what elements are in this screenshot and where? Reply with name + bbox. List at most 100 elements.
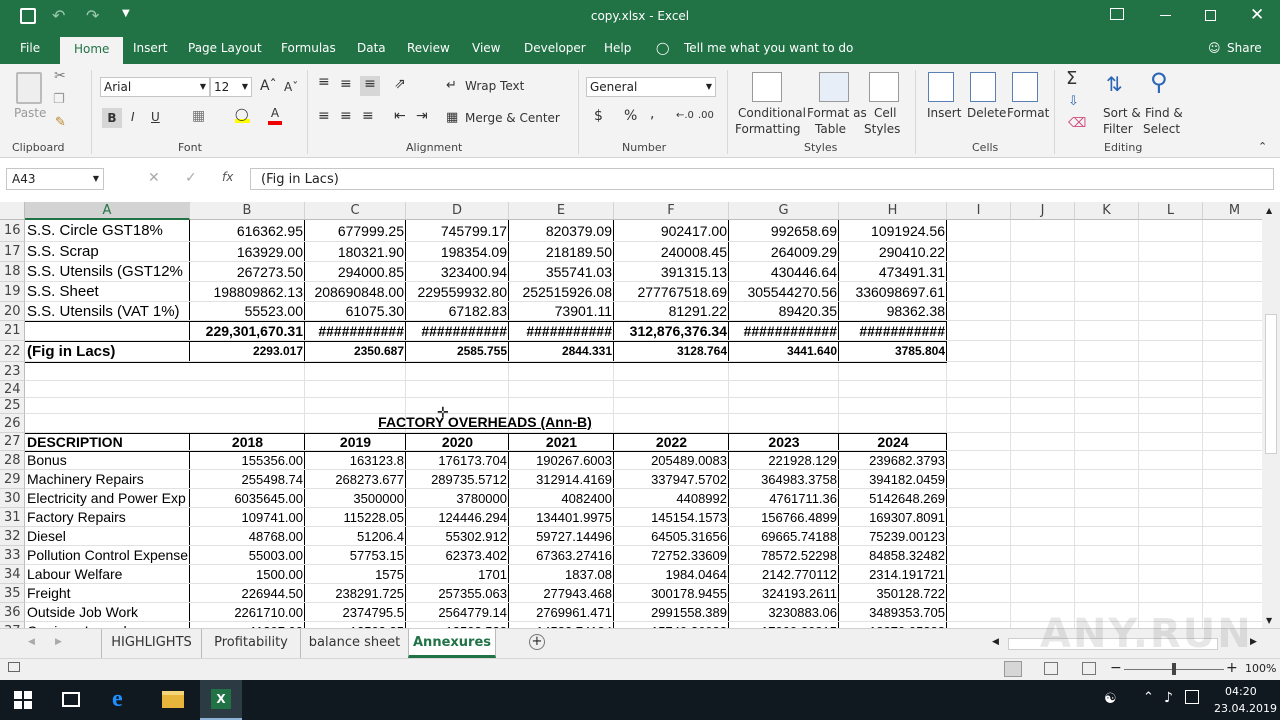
currency-button[interactable]: $ [594, 108, 603, 124]
value-cell[interactable]: 115228.05 [305, 508, 406, 527]
row-header[interactable]: 33 [0, 546, 25, 565]
select-all-corner[interactable] [0, 202, 25, 220]
value-cell[interactable]: 323400.94 [406, 262, 509, 282]
value-cell[interactable]: 4082400 [509, 489, 614, 508]
value-cell[interactable]: 221928.129 [729, 451, 839, 470]
redo-icon[interactable]: ↷ [86, 6, 99, 25]
value-cell[interactable]: 350128.722 [839, 584, 947, 603]
value-cell[interactable]: 240008.45 [614, 242, 729, 262]
value-cell[interactable]: 78572.52298 [729, 546, 839, 565]
row-header[interactable]: 27 [0, 433, 25, 451]
row-header[interactable]: 21 [0, 321, 25, 341]
value-cell[interactable]: 355741.03 [509, 262, 614, 282]
value-cell[interactable] [729, 381, 839, 398]
new-sheet-icon[interactable]: + [529, 634, 545, 650]
value-cell[interactable]: 155356.00 [190, 451, 305, 470]
merge-center-button[interactable]: Merge & Center [465, 111, 560, 125]
delete-cells-icon[interactable] [970, 72, 996, 102]
wrap-text-icon[interactable]: ↵ [446, 78, 457, 93]
value-cell[interactable]: 300178.9455 [614, 584, 729, 603]
value-cell[interactable]: 2991558.389 [614, 603, 729, 622]
restore-button[interactable] [1205, 10, 1216, 21]
underline-button[interactable]: U [151, 110, 160, 124]
value-cell[interactable]: 3441.640 [729, 341, 839, 362]
value-cell[interactable]: 2023 [729, 433, 839, 451]
align-top-icon[interactable]: ≡ [318, 74, 330, 90]
value-cell[interactable]: ########### [509, 321, 614, 341]
wrap-text-button[interactable]: Wrap Text [465, 79, 524, 93]
row-header[interactable]: 23 [0, 362, 25, 381]
value-cell[interactable]: 2142.770112 [729, 565, 839, 584]
zoom-slider-thumb[interactable] [1172, 663, 1176, 675]
value-cell[interactable]: 48768.00 [190, 527, 305, 546]
row-header[interactable]: 30 [0, 489, 25, 508]
value-cell[interactable]: 3128.764 [614, 341, 729, 362]
cell-styles-label-2[interactable]: Styles [864, 122, 900, 136]
value-cell[interactable]: 2844.331 [509, 341, 614, 362]
value-cell[interactable]: 2564779.14 [406, 603, 509, 622]
value-cell[interactable]: 2293.017 [190, 341, 305, 362]
value-cell[interactable]: 238291.725 [305, 584, 406, 603]
row-header[interactable]: 29 [0, 470, 25, 489]
comma-button[interactable]: , [650, 106, 654, 122]
value-cell[interactable]: 2018 [190, 433, 305, 451]
column-header[interactable]: H [839, 202, 947, 220]
value-cell[interactable]: 67363.27416 [509, 546, 614, 565]
delete-cells-button[interactable]: Delete [967, 106, 1006, 120]
value-cell[interactable]: 163929.00 [190, 242, 305, 262]
value-cell[interactable]: 67182.83 [406, 302, 509, 321]
value-cell[interactable]: 820379.09 [509, 220, 614, 242]
value-cell[interactable]: 290410.22 [839, 242, 947, 262]
column-header[interactable]: E [509, 202, 614, 220]
tab-insert[interactable]: Insert [133, 41, 167, 55]
value-cell[interactable]: 3489353.705 [839, 603, 947, 622]
value-cell[interactable] [406, 362, 509, 381]
page-layout-view-icon[interactable] [1044, 662, 1058, 675]
row-header[interactable]: 24 [0, 381, 25, 398]
conditional-formatting-icon[interactable] [752, 72, 782, 102]
value-cell[interactable] [509, 362, 614, 381]
share-button[interactable]: Share [1227, 41, 1262, 55]
clock-date[interactable]: 23.04.2019 [1214, 702, 1277, 715]
value-cell[interactable]: 190267.6003 [509, 451, 614, 470]
value-cell[interactable]: 73901.11 [509, 302, 614, 321]
value-cell[interactable] [190, 381, 305, 398]
value-cell[interactable]: 208690848.00 [305, 282, 406, 302]
find-select-icon[interactable]: ⚲ [1150, 68, 1168, 96]
value-cell[interactable]: 1575 [305, 565, 406, 584]
row-label-cell[interactable]: Electricity and Power Exp [25, 489, 190, 508]
find-select-label-1[interactable]: Find & [1145, 106, 1183, 120]
value-cell[interactable]: 364983.3758 [729, 470, 839, 489]
value-cell[interactable]: 1091924.56 [839, 220, 947, 242]
scroll-up-icon[interactable]: ▲ [1266, 206, 1272, 215]
close-button[interactable]: ✕ [1250, 5, 1264, 25]
volume-icon[interactable]: ♪ [1164, 690, 1173, 706]
value-cell[interactable]: 3500000 [305, 489, 406, 508]
cancel-entry-icon[interactable]: ✕ [148, 170, 160, 186]
sheet-tab-balance-sheet[interactable]: balance sheet [300, 629, 408, 658]
value-cell[interactable] [305, 398, 406, 414]
value-cell[interactable]: ########### [406, 321, 509, 341]
value-cell[interactable]: ########### [839, 321, 947, 341]
value-cell[interactable] [729, 414, 839, 433]
number-format-select[interactable]: General ▼ [586, 77, 716, 97]
align-left-icon[interactable]: ≡ [318, 108, 330, 124]
value-cell[interactable]: 55523.00 [190, 302, 305, 321]
row-label-cell[interactable]: S.S. Utensils (VAT 1%) [25, 302, 190, 321]
tray-chevron-icon[interactable]: ⌃ [1143, 690, 1154, 705]
value-cell[interactable]: 2261710.00 [190, 603, 305, 622]
macro-record-icon[interactable] [8, 662, 20, 672]
value-cell[interactable] [190, 414, 305, 433]
value-cell[interactable]: 324193.2611 [729, 584, 839, 603]
vertical-scroll-thumb[interactable] [1265, 314, 1277, 454]
font-name-select[interactable]: Arial ▼ [100, 77, 210, 97]
value-cell[interactable]: 277767518.69 [614, 282, 729, 302]
value-cell[interactable]: 4408992 [614, 489, 729, 508]
row-label-cell[interactable] [25, 398, 190, 414]
value-cell[interactable]: 69665.74188 [729, 527, 839, 546]
column-header[interactable]: B [190, 202, 305, 220]
value-cell[interactable]: 268273.677 [305, 470, 406, 489]
insert-cells-icon[interactable] [928, 72, 954, 102]
value-cell[interactable]: 75239.00123 [839, 527, 947, 546]
row-header[interactable]: 16 [0, 220, 25, 242]
